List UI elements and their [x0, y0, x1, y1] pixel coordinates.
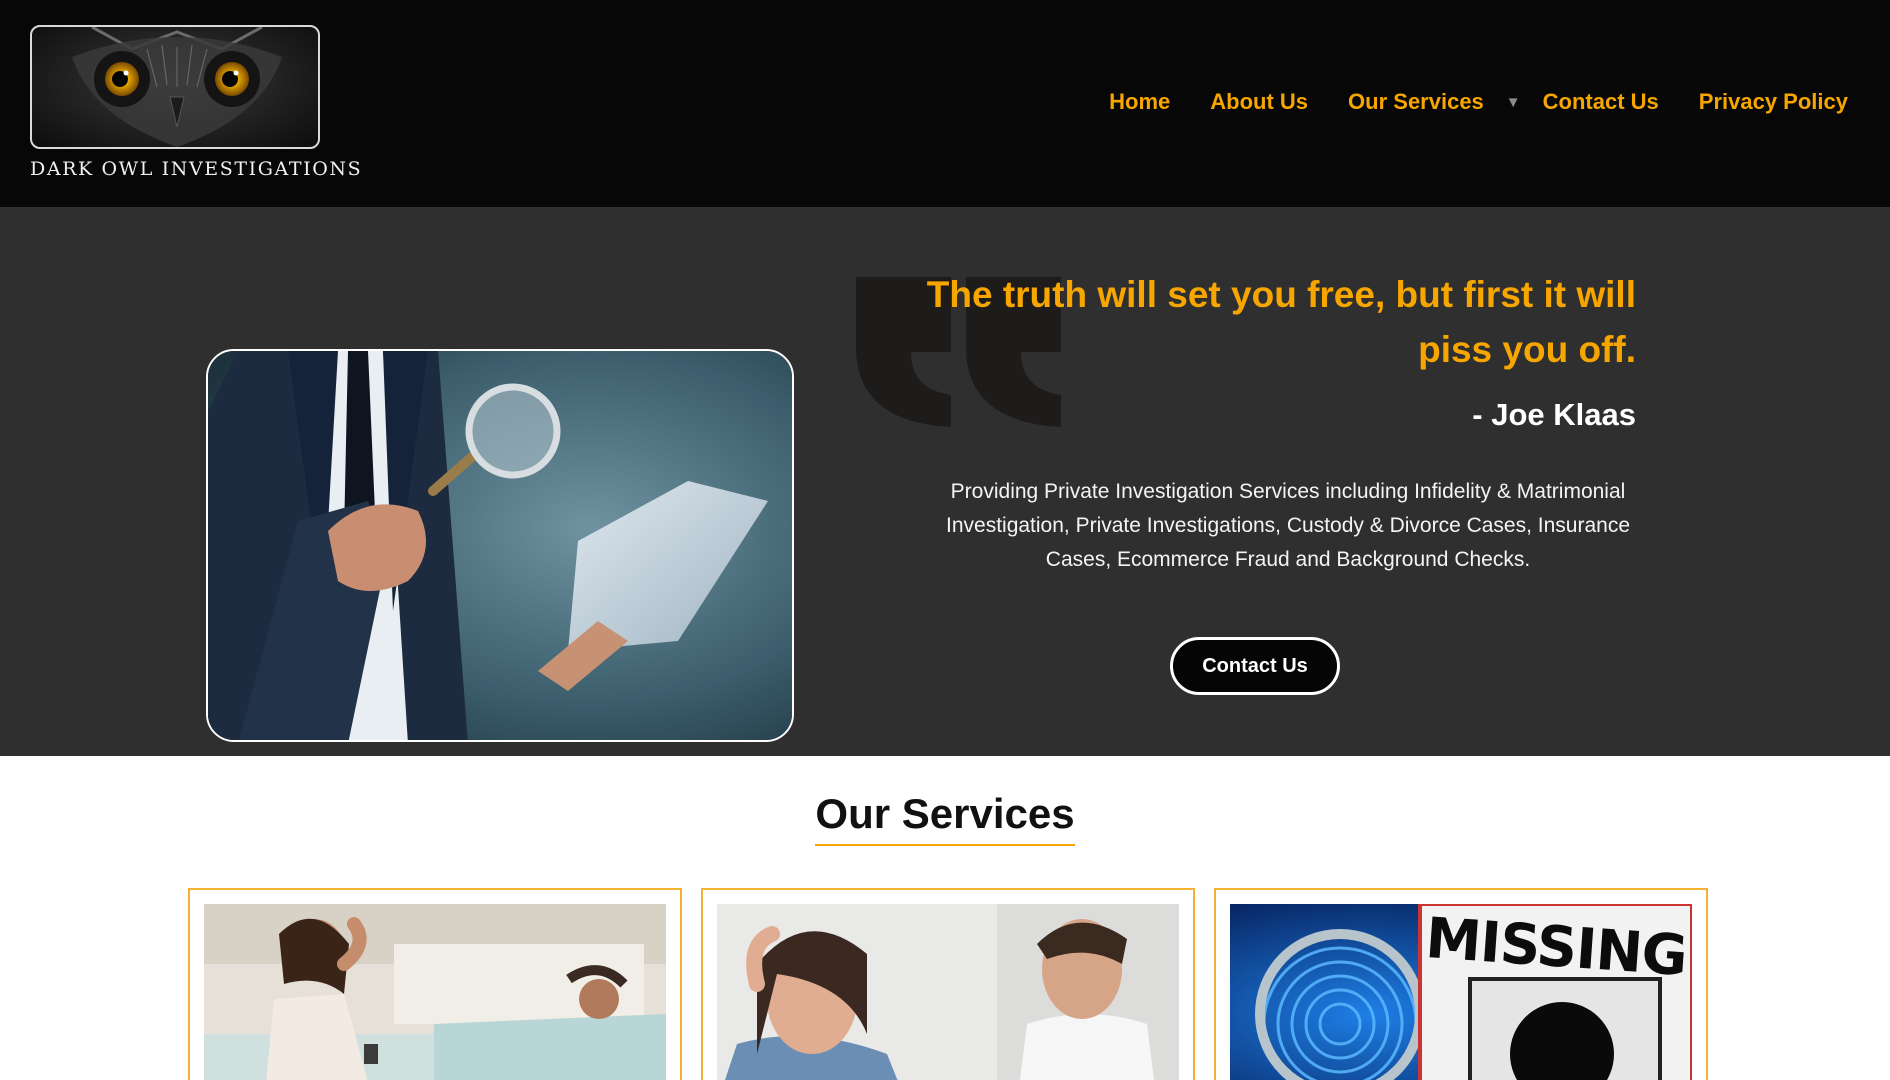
infidelity-photo	[204, 904, 666, 1080]
owl-logo-image	[30, 25, 320, 149]
contact-us-button[interactable]: Contact Us	[1170, 637, 1340, 695]
hero-quote: The truth will set you free, but first i…	[926, 274, 1636, 370]
divorce-photo	[717, 904, 1179, 1080]
nav-our-services[interactable]: Our Services	[1348, 89, 1484, 115]
nav-home[interactable]: Home	[1109, 89, 1170, 115]
service-card-infidelity[interactable]	[188, 888, 682, 1080]
service-card-divorce[interactable]	[701, 888, 1195, 1080]
services-heading: Our Services	[815, 790, 1075, 846]
chevron-down-icon[interactable]: ▼	[1506, 94, 1521, 111]
missing-persons-photo: MISSING	[1230, 904, 1692, 1080]
quote-author: - Joe Klaas	[1472, 397, 1636, 432]
service-card-missing-persons[interactable]: MISSING	[1214, 888, 1708, 1080]
services-heading-wrap: Our Services	[0, 790, 1890, 846]
site-header: DARK OWL INVESTIGATIONS Home About Us Ou…	[0, 0, 1890, 207]
hero-section: The truth will set you free, but first i…	[0, 207, 1890, 756]
logo-text: DARK OWL INVESTIGATIONS	[30, 158, 363, 180]
investigator-magnifier-photo	[206, 349, 794, 742]
site-logo[interactable]: DARK OWL INVESTIGATIONS	[30, 25, 363, 180]
nav-contact-us[interactable]: Contact Us	[1543, 89, 1659, 115]
hero-description: Providing Private Investigation Services…	[946, 480, 1630, 571]
main-nav: Home About Us Our Services ▼ Contact Us …	[1109, 89, 1848, 115]
nav-about-us[interactable]: About Us	[1210, 89, 1308, 115]
nav-privacy-policy[interactable]: Privacy Policy	[1699, 89, 1848, 115]
